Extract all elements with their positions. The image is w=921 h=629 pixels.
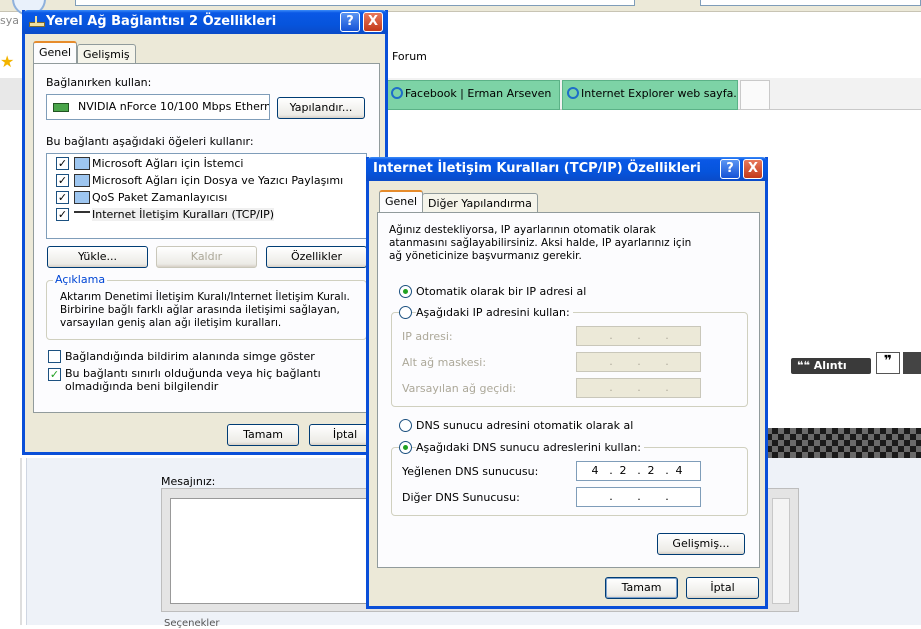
quote-button[interactable]: ❝❝ Alıntı (791, 358, 871, 374)
tcpip-dialog-title: Internet İletişim Kuralları (TCP/IP) Öze… (373, 161, 701, 176)
connection-dialog-title: Yerel Ağ Bağlantısı 2 Özellikleri (46, 14, 277, 29)
description-title: Açıklama (53, 273, 108, 286)
tcpip-properties-dialog: Internet İletişim Kuralları (TCP/IP) Öze… (366, 157, 768, 609)
auto-dns-radio[interactable] (399, 419, 412, 432)
preferred-dns-octet-1[interactable]: 4 (584, 464, 606, 477)
preferred-dns-octet-4[interactable]: 4 (668, 464, 690, 477)
alternate-dns-label: Diğer DNS Sunucusu: (402, 491, 520, 504)
adapter-name: NVIDIA nForce 10/100 Mbps Ethern (78, 100, 270, 113)
auto-dns-label[interactable]: DNS sunucu adresini otomatik olarak al (416, 419, 633, 432)
component-qos[interactable]: QoS Paket Zamanlayıcısı (92, 191, 227, 204)
show-icon-checkbox[interactable] (48, 350, 61, 363)
tab-general[interactable]: Genel (379, 190, 424, 212)
advanced-button[interactable]: Gelişmiş... (657, 533, 745, 555)
network-client-icon (74, 157, 90, 170)
quote-button-label: Alıntı (813, 359, 847, 372)
tab-advanced[interactable]: Gelişmiş (77, 44, 136, 64)
favorites-star-icon[interactable]: ★ (0, 52, 14, 71)
preferred-dns-octet-3[interactable]: 2 (640, 464, 662, 477)
ip-address-field: ... (576, 326, 701, 346)
notify-checkbox[interactable]: ✓ (48, 368, 61, 381)
adapter-field: NVIDIA nForce 10/100 Mbps Ethern (46, 94, 270, 120)
ok-button[interactable]: Tamam (605, 577, 678, 599)
manual-ip-label[interactable]: Aşağıdaki IP adresini kullan: (416, 306, 573, 319)
gateway-field: ... (576, 378, 701, 398)
subnet-mask-field: ... (576, 352, 701, 372)
browser-menu-fragment[interactable]: sya (0, 14, 19, 27)
preferred-dns-label: Yeğlenen DNS sunucusu: (402, 465, 539, 478)
auto-ip-radio[interactable] (399, 285, 412, 298)
configure-button[interactable]: Yapılandır... (277, 97, 365, 119)
manual-ip-radio[interactable] (399, 306, 412, 319)
browser-tab-facebook[interactable]: Facebook | Erman Arseven (386, 80, 560, 110)
file-sharing-icon (74, 174, 90, 187)
protocol-icon (74, 211, 90, 219)
cancel-button[interactable]: İptal (686, 577, 759, 599)
tab-label: Facebook | Erman Arseven (405, 87, 552, 100)
browser-tab-ie[interactable]: Internet Explorer web sayfa... (562, 80, 738, 110)
address-bar[interactable] (75, 0, 635, 6)
tab-bar-left-control[interactable] (0, 78, 22, 110)
browser-search-box[interactable] (700, 0, 921, 6)
manual-dns-radio[interactable] (399, 441, 412, 454)
close-button[interactable]: X (743, 159, 763, 179)
qos-service-icon (74, 191, 90, 204)
preferred-dns-field[interactable]: 4 . 2 . 2 . 4 (576, 461, 701, 481)
tcpip-dialog-titlebar[interactable]: Internet İletişim Kuralları (TCP/IP) Öze… (366, 157, 768, 181)
component-checkbox-client[interactable]: ✓ (56, 157, 69, 170)
preferred-dns-octet-2[interactable]: 2 (612, 464, 634, 477)
gateway-label: Varsayılan ağ geçidi: (402, 382, 517, 395)
uninstall-button: Kaldır (156, 246, 257, 268)
tab-alternate-configuration[interactable]: Diğer Yapılandırma (422, 193, 538, 213)
reply-icon[interactable] (903, 352, 921, 374)
notify-label: Bu bağlantı sınırlı olduğunda veya hiç b… (65, 367, 321, 393)
alternate-dns-field[interactable]: ... (576, 487, 701, 507)
component-client[interactable]: Microsoft Ağları için İstemci (92, 157, 243, 170)
options-fragment: Seçenekler (164, 618, 220, 629)
connection-properties-dialog: Yerel Ağ Bağlantısı 2 Özellikleri ? X Ge… (22, 10, 388, 455)
description-text: Aktarım Denetimi İletişim Kuralı/Interne… (60, 291, 350, 329)
properties-button[interactable]: Özellikler (266, 246, 367, 268)
items-label: Bu bağlantı aşağıdaki öğeleri kullanır: (46, 135, 254, 148)
message-scrollbar[interactable] (772, 498, 790, 604)
close-button[interactable]: X (363, 12, 383, 32)
component-checkbox-tcpip[interactable]: ✓ (56, 208, 69, 221)
new-tab-button[interactable] (740, 80, 770, 110)
message-label: Mesajınız: (161, 475, 216, 488)
ie-icon (567, 87, 579, 99)
install-button[interactable]: Yükle... (47, 246, 148, 268)
ok-button[interactable]: Tamam (227, 424, 299, 446)
component-tcpip[interactable]: Internet İletişim Kuralları (TCP/IP) (92, 208, 274, 221)
tab-label: Internet Explorer web sayfa... (581, 87, 738, 100)
auto-ip-label[interactable]: Otomatik olarak bir IP adresi al (416, 285, 586, 298)
manual-dns-label[interactable]: Aşağıdaki DNS sunucu adreslerini kullan: (416, 441, 644, 454)
subnet-mask-label: Alt ağ maskesi: (402, 356, 487, 369)
ie-icon (391, 87, 403, 99)
help-button[interactable]: ? (340, 12, 360, 32)
decorative-checker-strip (760, 428, 921, 458)
network-connection-icon (29, 16, 45, 27)
content-divider (20, 458, 22, 625)
component-checkbox-file-sharing[interactable]: ✓ (56, 174, 69, 187)
show-icon-label: Bağlandığında bildirim alanında simge gö… (65, 350, 315, 363)
component-checkbox-qos[interactable]: ✓ (56, 191, 69, 204)
connect-using-label: Bağlanırken kullan: (46, 76, 152, 89)
ip-address-label: IP adresi: (402, 330, 453, 343)
intro-text: Ağınız destekliyorsa, IP ayarlarının oto… (389, 224, 692, 262)
help-button[interactable]: ? (720, 159, 740, 179)
multi-quote-icon[interactable]: ❞ (876, 352, 900, 374)
connection-dialog-titlebar[interactable]: Yerel Ağ Bağlantısı 2 Özellikleri ? X (22, 10, 388, 34)
tab-general[interactable]: Genel (33, 41, 78, 63)
forum-link[interactable]: Forum (392, 50, 427, 63)
component-file-sharing[interactable]: Microsoft Ağları için Dosya ve Yazıcı Pa… (92, 174, 343, 187)
network-adapter-icon (53, 103, 69, 112)
